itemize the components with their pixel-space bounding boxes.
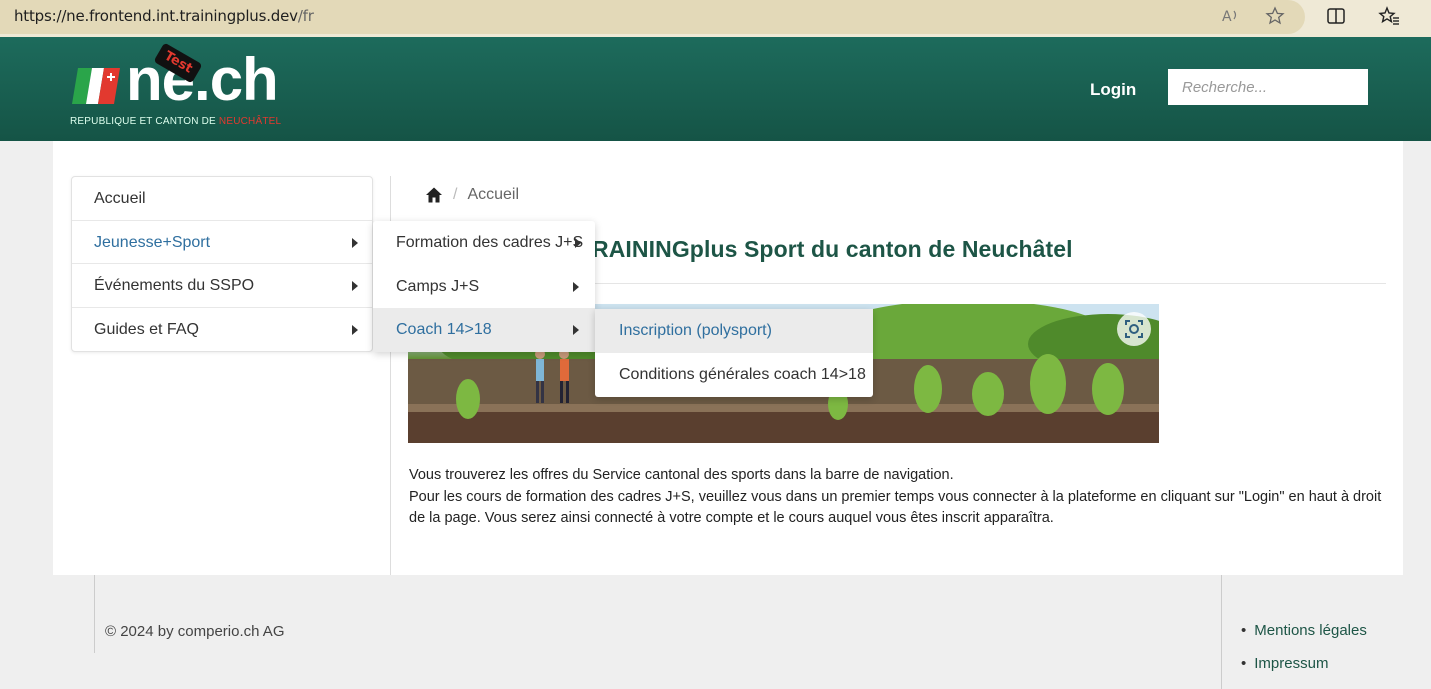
sidebar-item-label: Jeunesse+Sport	[94, 233, 211, 251]
address-bar[interactable]: https://ne.frontend.int.trainingplus.dev…	[0, 0, 1305, 34]
neuchatel-flag-icon	[72, 68, 120, 104]
url-path: /fr	[297, 7, 314, 25]
intro-paragraph-2: Pour les cours de formation des cadres J…	[409, 488, 1382, 527]
search-input[interactable]	[1168, 69, 1368, 105]
menu-item-formation-cadres[interactable]: Formation des cadres J+S	[373, 221, 595, 265]
menu-item-conditions-generales[interactable]: Conditions générales coach 14>18	[595, 353, 873, 397]
read-aloud-icon[interactable]: A	[1221, 6, 1241, 31]
footer-divider-left	[94, 575, 95, 653]
sidebar-item-accueil[interactable]: Accueil	[72, 177, 372, 221]
menu-item-inscription-polysport[interactable]: Inscription (polysport)	[595, 309, 873, 353]
submenu-coach-14-18: Inscription (polysport) Conditions génér…	[595, 309, 873, 397]
footer-divider-right	[1221, 575, 1222, 689]
caret-right-icon	[575, 238, 581, 248]
footer-link-impressum[interactable]: Impressum	[1241, 654, 1367, 687]
sidebar-item-label: Événements du SSPO	[94, 277, 255, 294]
footer-copyright: © 2024 by comperio.ch AG	[105, 623, 285, 640]
address-bar-url[interactable]: https://ne.frontend.int.trainingplus.dev…	[14, 7, 314, 25]
split-screen-icon[interactable]	[1326, 6, 1346, 31]
caret-right-icon	[352, 237, 358, 248]
breadcrumb-current: Accueil	[467, 186, 520, 203]
site-logo[interactable]: ne.ch	[126, 50, 279, 110]
menu-item-coach-14-18[interactable]: Coach 14>18	[373, 308, 595, 352]
footer-link-mentions-legales[interactable]: Mentions légales	[1241, 621, 1367, 654]
caret-right-icon	[573, 325, 579, 335]
intro-text: Vous trouverez les offres du Service can…	[409, 465, 1394, 530]
logo-subtitle-highlight: NEUCHÂTEL	[218, 116, 282, 127]
menu-item-camps-js[interactable]: Camps J+S	[373, 265, 595, 309]
intro-paragraph-1: Vous trouverez les offres du Service can…	[409, 467, 954, 483]
menu-item-label: Camps J+S	[396, 277, 480, 295]
breadcrumb-separator: /	[453, 186, 458, 203]
sidebar-item-guides-faq[interactable]: Guides et FAQ	[72, 308, 372, 352]
caret-right-icon	[573, 281, 579, 292]
submenu-jeunesse-sport: Formation des cadres J+S Camps J+S Coach…	[373, 221, 595, 352]
breadcrumb: / Accueil	[425, 186, 519, 204]
home-icon[interactable]	[425, 186, 443, 204]
zoom-image-icon[interactable]	[1117, 312, 1151, 346]
sidebar-item-label: Guides et FAQ	[94, 320, 199, 338]
favorite-star-icon[interactable]	[1265, 6, 1285, 31]
login-link[interactable]: Login	[1090, 80, 1136, 100]
footer-links: Mentions légales Impressum	[1241, 621, 1367, 686]
browser-toolbar: https://ne.frontend.int.trainingplus.dev…	[0, 0, 1431, 37]
caret-right-icon	[352, 324, 358, 335]
sidebar-item-evenements[interactable]: Événements du SSPO	[72, 264, 372, 308]
menu-item-label: Formation des cadres J+S	[396, 234, 584, 251]
sidebar-item-jeunesse-sport[interactable]: Jeunesse+Sport	[72, 221, 372, 264]
sidebar-item-label: Accueil	[94, 190, 146, 207]
url-host: https://ne.frontend.int.trainingplus.dev	[14, 7, 298, 25]
caret-right-icon	[352, 281, 358, 291]
favorites-icon[interactable]	[1378, 6, 1400, 31]
svg-text:A: A	[1222, 9, 1232, 25]
page-title: RAININGplus Sport du canton de Neuchâtel	[592, 236, 1073, 262]
logo-subtitle-prefix: REPUBLIQUE ET CANTON DE	[70, 116, 219, 127]
sidebar-nav: Accueil Jeunesse+Sport Événements du SSP…	[71, 176, 373, 352]
menu-item-label: Coach 14>18	[396, 321, 492, 338]
logo-subtitle: REPUBLIQUE ET CANTON DE NEUCHÂTEL	[70, 116, 281, 127]
